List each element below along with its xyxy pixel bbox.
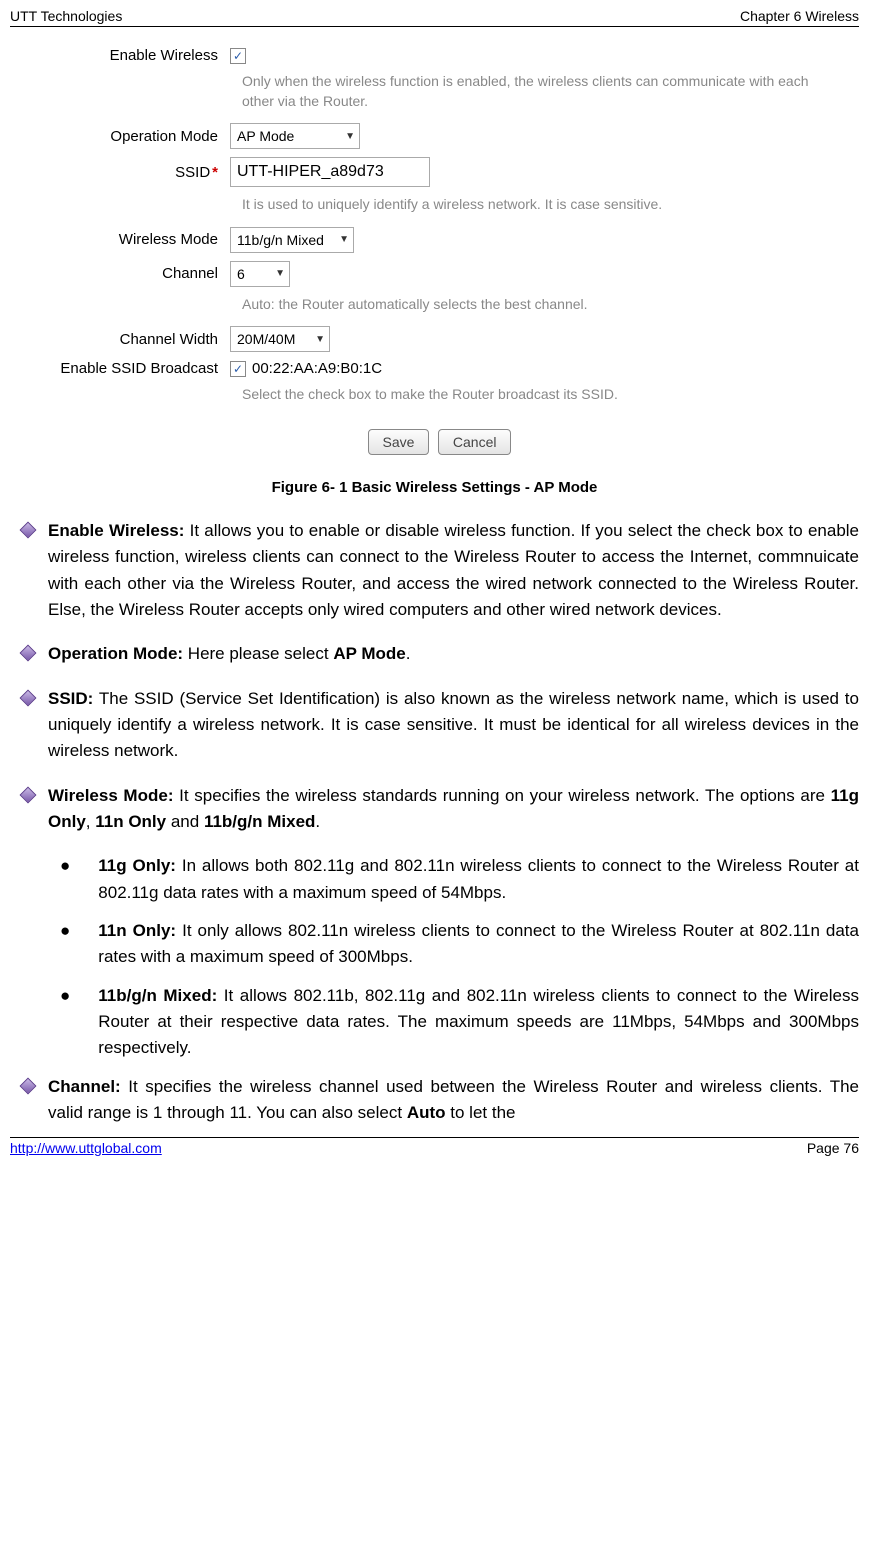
save-button[interactable]: Save — [368, 429, 430, 455]
header-left: UTT Technologies — [10, 8, 122, 24]
ssid-help: It is used to uniquely identify a wirele… — [242, 195, 859, 215]
channel-help: Auto: the Router automatically selects t… — [242, 295, 859, 315]
chevron-down-icon: ▼ — [275, 268, 285, 279]
footer-link[interactable]: http://www.uttglobal.com — [10, 1140, 162, 1156]
cancel-button[interactable]: Cancel — [438, 429, 512, 455]
ssid-broadcast-checkbox[interactable]: ✓ — [230, 361, 246, 377]
dot-bullet-icon: ● — [60, 918, 70, 971]
channel-label: Channel — [20, 265, 230, 282]
dot-bullet-icon: ● — [60, 983, 70, 1062]
mac-address: 00:22:AA:A9:B0:1C — [252, 360, 382, 377]
ssid-label: SSID* — [20, 164, 230, 181]
wireless-mode-label: Wireless Mode — [20, 231, 230, 248]
page-footer: http://www.uttglobal.com Page 76 — [10, 1137, 859, 1156]
diamond-bullet-icon — [20, 521, 37, 538]
desc-enable-wireless: Enable Wireless: It allows you to enable… — [22, 518, 859, 623]
chevron-down-icon: ▼ — [339, 234, 349, 245]
operation-mode-label: Operation Mode — [20, 128, 230, 145]
desc-channel: Channel: It specifies the wireless chann… — [22, 1074, 859, 1127]
chevron-down-icon: ▼ — [345, 131, 355, 142]
enable-wireless-help: Only when the wireless function is enabl… — [242, 72, 859, 111]
figure-caption: Figure 6- 1 Basic Wireless Settings - AP… — [10, 479, 859, 496]
header-right: Chapter 6 Wireless — [740, 8, 859, 24]
enable-wireless-checkbox[interactable]: ✓ — [230, 48, 246, 64]
desc-wireless-mode: Wireless Mode: It specifies the wireless… — [22, 783, 859, 836]
enable-wireless-label: Enable Wireless — [20, 47, 230, 64]
wireless-mode-select[interactable]: 11b/g/n Mixed ▼ — [230, 227, 354, 253]
desc-operation-mode: Operation Mode: Here please select AP Mo… — [22, 641, 859, 667]
desc-ssid: SSID: The SSID (Service Set Identificati… — [22, 686, 859, 765]
channel-select[interactable]: 6 ▼ — [230, 261, 290, 287]
diamond-bullet-icon — [20, 689, 37, 706]
diamond-bullet-icon — [20, 645, 37, 662]
wireless-settings-panel: Enable Wireless ✓ Only when the wireless… — [20, 47, 859, 455]
channel-width-select[interactable]: 20M/40M ▼ — [230, 326, 330, 352]
dot-bullet-icon: ● — [60, 853, 70, 906]
page-header: UTT Technologies Chapter 6 Wireless — [10, 8, 859, 27]
ssid-broadcast-help: Select the check box to make the Router … — [242, 385, 859, 405]
operation-mode-select[interactable]: AP Mode ▼ — [230, 123, 360, 149]
ssid-broadcast-label: Enable SSID Broadcast — [20, 360, 230, 377]
channel-width-label: Channel Width — [20, 331, 230, 348]
desc-11bgn-mixed: ● 11b/g/n Mixed: It allows 802.11b, 802.… — [60, 983, 859, 1062]
desc-11n-only: ● 11n Only: It only allows 802.11n wirel… — [60, 918, 859, 971]
diamond-bullet-icon — [20, 786, 37, 803]
desc-11g-only: ● 11g Only: In allows both 802.11g and 8… — [60, 853, 859, 906]
ssid-input[interactable]: UTT-HIPER_a89d73 — [230, 157, 430, 187]
chevron-down-icon: ▼ — [315, 334, 325, 345]
page-number: Page 76 — [807, 1140, 859, 1156]
diamond-bullet-icon — [20, 1077, 37, 1094]
